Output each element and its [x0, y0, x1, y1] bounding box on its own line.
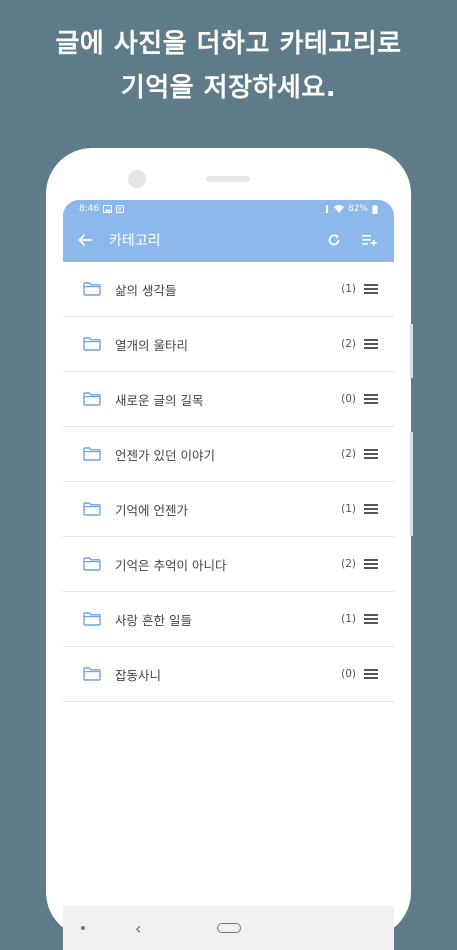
category-count: (1)	[341, 613, 356, 625]
drag-handle-icon[interactable]	[364, 384, 394, 414]
side-button-lower	[410, 432, 413, 536]
front-camera	[128, 170, 146, 188]
promo-headline: 글에 사진을 더하고 카테고리로 기억을 저장하세요.	[0, 22, 457, 110]
status-time: 8:46	[79, 204, 100, 214]
app-bar: 카테고리	[63, 218, 394, 262]
category-row[interactable]: 사랑 흔한 일들 (1)	[63, 592, 394, 647]
category-row[interactable]: 잡동사니 (0)	[63, 647, 394, 702]
mute-icon	[325, 205, 328, 213]
folder-icon	[83, 392, 101, 406]
category-row[interactable]: 언젠가 있던 이야기 (2)	[63, 427, 394, 482]
category-count: (1)	[341, 283, 356, 295]
category-row[interactable]: 기억에 언젠가 (1)	[63, 482, 394, 537]
category-label: 잡동사니	[115, 667, 162, 683]
category-label: 사랑 흔한 일들	[115, 612, 192, 628]
drag-handle-icon[interactable]	[364, 549, 394, 579]
home-icon[interactable]	[217, 923, 241, 933]
category-label: 기억에 언젠가	[115, 502, 188, 518]
drag-handle-icon[interactable]	[364, 329, 394, 359]
system-back-icon[interactable]: ‹	[135, 919, 141, 938]
back-button[interactable]	[63, 218, 107, 262]
phone-frame: 8:46 82% 카테고리 삶의 생각들 (1) 열개의 울타리 (2) 새로운…	[46, 148, 413, 950]
category-label: 열개의 울타리	[115, 337, 188, 353]
drag-handle-icon[interactable]	[364, 659, 394, 689]
category-count: (1)	[341, 503, 356, 515]
add-category-button[interactable]	[352, 218, 388, 262]
battery-percent: 82%	[347, 204, 368, 214]
earpiece-speaker	[206, 176, 250, 182]
category-row[interactable]: 삶의 생각들 (1)	[63, 262, 394, 317]
folder-icon	[83, 667, 101, 681]
category-row[interactable]: 기억은 추억이 아니다 (2)	[63, 537, 394, 592]
category-row[interactable]: 열개의 울타리 (2)	[63, 317, 394, 372]
status-bar: 8:46 82%	[63, 200, 394, 218]
drag-handle-icon[interactable]	[364, 494, 394, 524]
drag-handle-icon[interactable]	[364, 439, 394, 469]
page-title: 카테고리	[109, 233, 161, 249]
folder-icon	[83, 612, 101, 626]
drag-handle-icon[interactable]	[364, 604, 394, 634]
category-label: 삶의 생각들	[115, 282, 177, 298]
category-count: (2)	[341, 338, 356, 350]
refresh-icon	[328, 234, 340, 246]
wifi-icon	[333, 205, 344, 213]
refresh-button[interactable]	[316, 218, 352, 262]
playlist-add-icon	[362, 235, 377, 246]
recents-icon[interactable]	[81, 926, 85, 930]
category-list: 삶의 생각들 (1) 열개의 울타리 (2) 새로운 글의 길목 (0) 언젠가 있던 이야…	[63, 262, 394, 702]
category-label: 언젠가 있던 이야기	[115, 447, 215, 463]
category-row[interactable]: 새로운 글의 길목 (0)	[63, 372, 394, 427]
category-count: (0)	[341, 668, 356, 680]
image-icon	[103, 205, 113, 213]
folder-icon	[83, 502, 101, 516]
category-label: 새로운 글의 길목	[115, 392, 204, 408]
category-label: 기억은 추억이 아니다	[115, 557, 227, 573]
headline-line-1: 글에 사진을 더하고 카테고리로	[55, 29, 402, 59]
drag-handle-icon[interactable]	[364, 274, 394, 304]
headline-line-2: 기억을 저장하세요.	[120, 73, 337, 103]
category-count: (2)	[341, 448, 356, 460]
category-count: (0)	[341, 393, 356, 405]
notification-icon	[116, 205, 125, 213]
folder-icon	[83, 282, 101, 296]
folder-icon	[83, 447, 101, 461]
arrow-left-icon	[78, 234, 92, 246]
folder-icon	[83, 557, 101, 571]
phone-screen: 8:46 82% 카테고리 삶의 생각들 (1) 열개의 울타리 (2) 새로운…	[63, 200, 394, 950]
folder-icon	[83, 337, 101, 351]
battery-icon	[372, 204, 378, 214]
side-button-upper	[410, 324, 413, 378]
system-nav-bar: ‹	[63, 906, 394, 950]
category-count: (2)	[341, 558, 356, 570]
